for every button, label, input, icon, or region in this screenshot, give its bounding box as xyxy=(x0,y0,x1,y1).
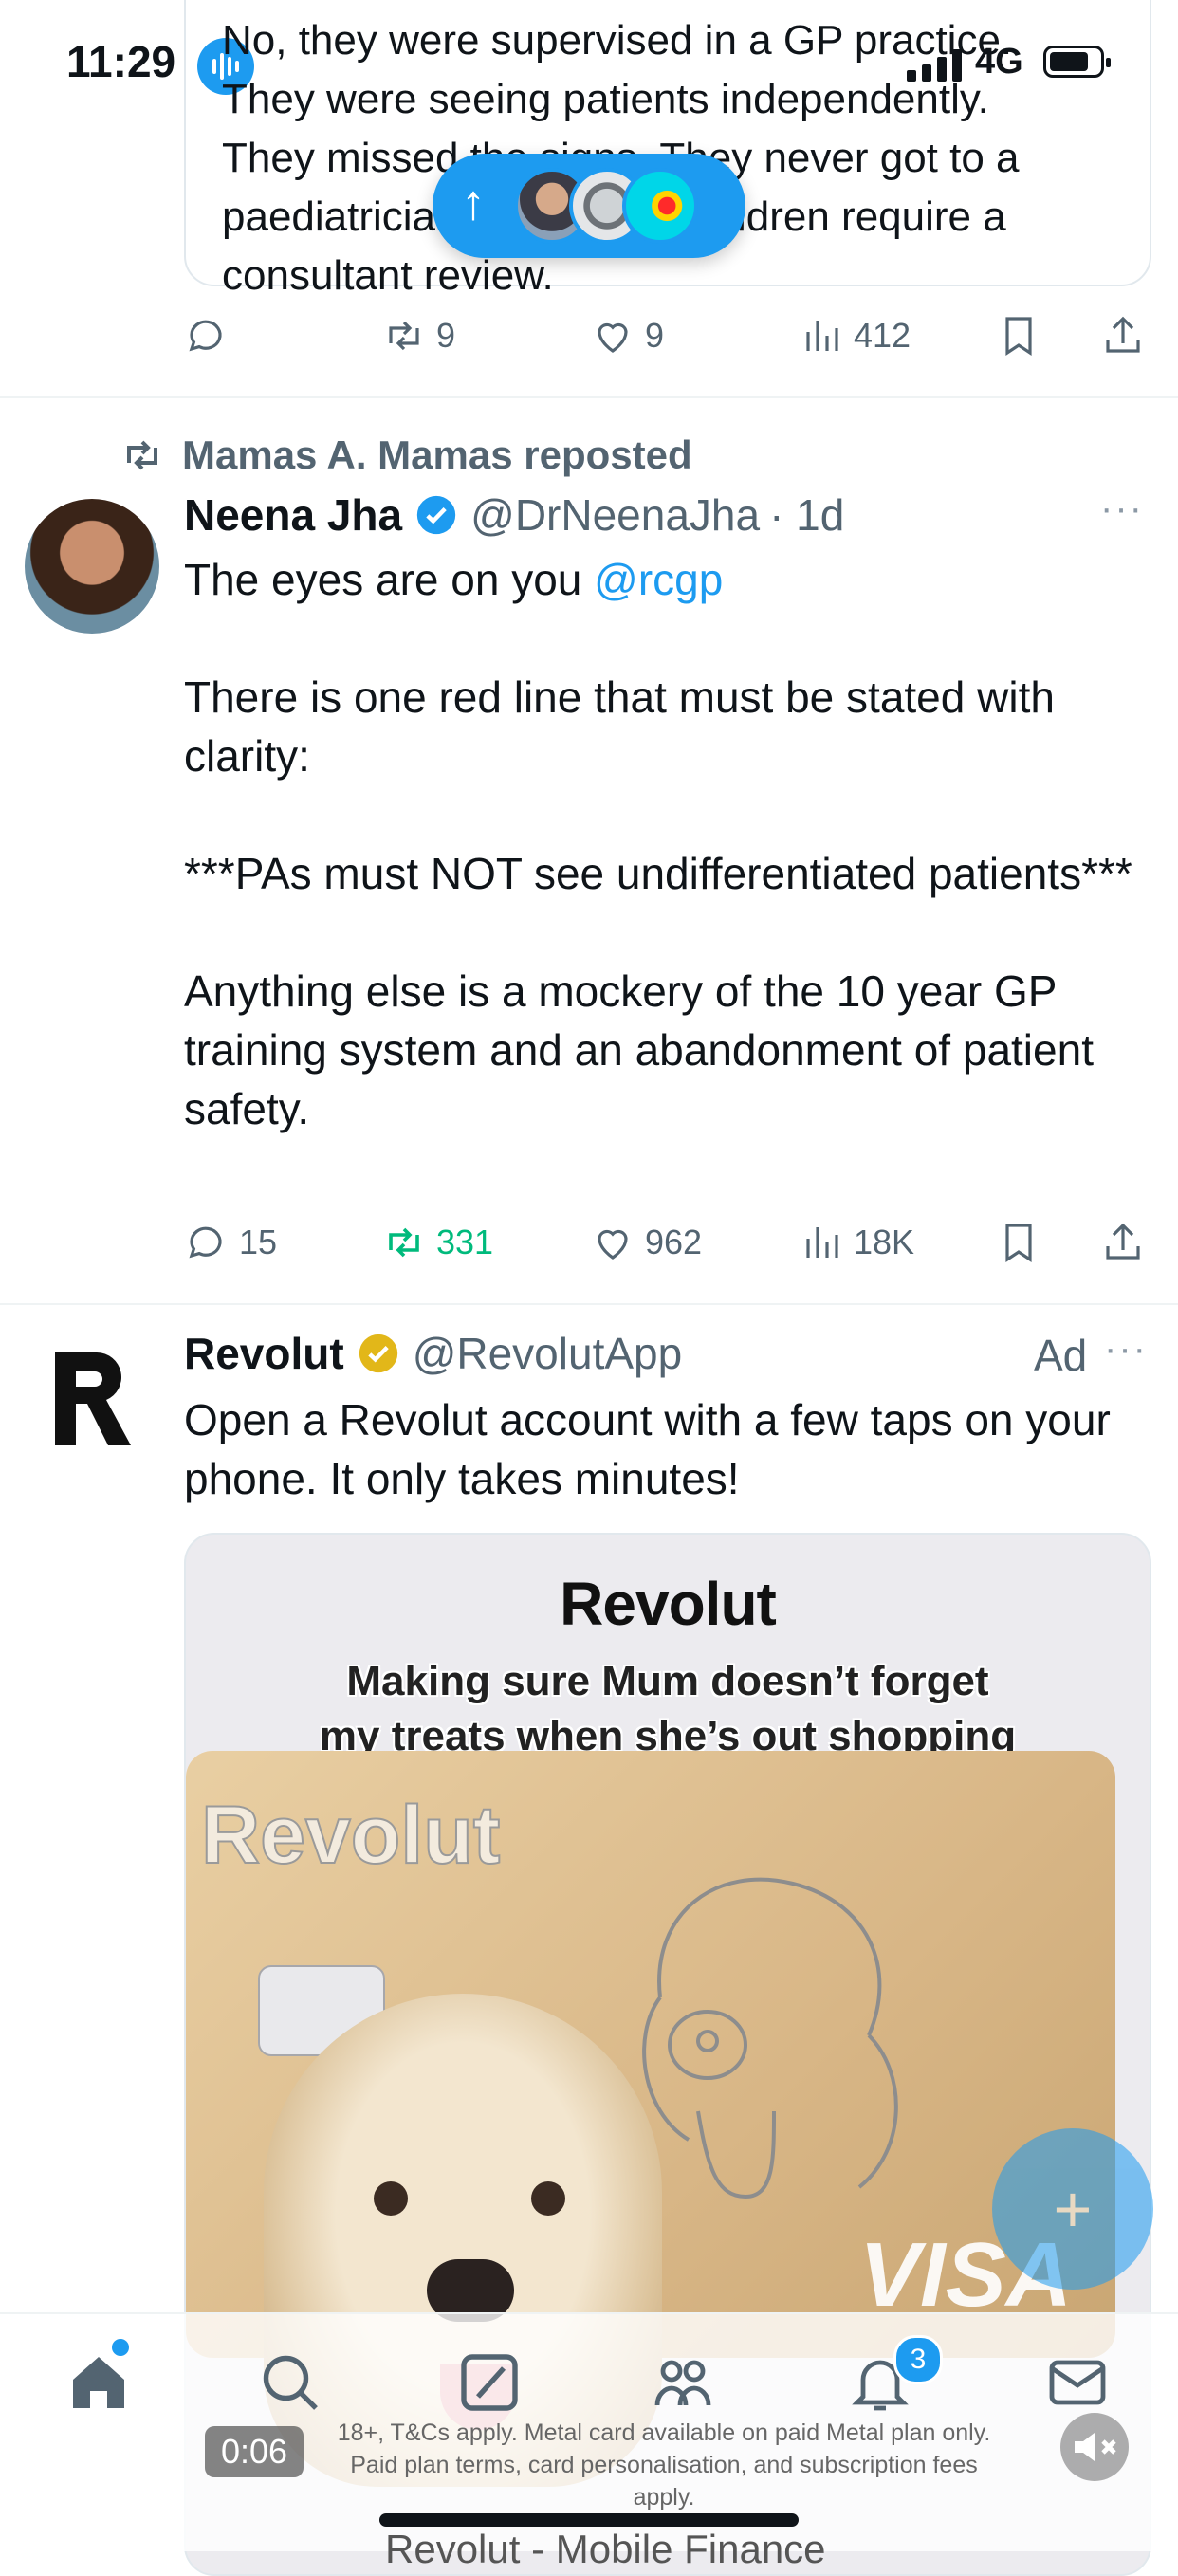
nav-search[interactable] xyxy=(256,2348,332,2424)
repost-icon xyxy=(127,440,157,470)
dog-eye xyxy=(531,2181,565,2216)
ad-label: Ad xyxy=(1034,1331,1088,1380)
repost-context[interactable]: Mamas A. Mamas reposted xyxy=(120,432,692,478)
repost-count: 331 xyxy=(436,1223,494,1261)
author-handle[interactable]: @DrNeenaJha xyxy=(470,489,760,541)
like-button[interactable]: 962 xyxy=(590,1214,702,1271)
reply-button[interactable] xyxy=(184,307,239,364)
repost-button[interactable]: 9 xyxy=(381,307,455,364)
bookmark-icon xyxy=(1005,317,1032,356)
bookmark-button[interactable] xyxy=(996,307,1051,364)
views-button[interactable]: 412 xyxy=(799,307,911,364)
tweet-text-body: There is one red line that must be state… xyxy=(184,672,1132,1133)
share-icon xyxy=(1106,316,1140,353)
author-name[interactable]: Neena Jha xyxy=(184,489,402,541)
video-timer: 0:06 xyxy=(205,2426,304,2477)
tweet-text: The eyes are on you @rcgp There is one r… xyxy=(184,550,1151,1138)
repost-icon xyxy=(389,1227,419,1258)
tweet-header: Neena Jha @DrNeenaJha · 1d xyxy=(184,489,844,541)
gold-verified-badge-icon xyxy=(359,1334,397,1373)
ad-header: Revolut @RevolutApp xyxy=(184,1328,682,1379)
views-count: 412 xyxy=(854,316,911,355)
nav-communities[interactable] xyxy=(649,2348,725,2424)
nav-home[interactable] xyxy=(64,2348,140,2424)
share-icon xyxy=(1106,1223,1140,1260)
like-count: 9 xyxy=(645,316,665,355)
more-options-icon[interactable]: ··· xyxy=(1100,488,1144,530)
dog-eye xyxy=(374,2181,408,2216)
next-ad-title: Revolut - Mobile Finance xyxy=(385,2527,826,2571)
tweet-text-prefix: The eyes are on you xyxy=(184,555,595,604)
avatar xyxy=(622,168,698,244)
tweet-time: · 1d xyxy=(769,490,845,540)
status-time: 11:29 xyxy=(66,37,176,86)
home-unread-dot xyxy=(112,2339,129,2356)
mention-link[interactable]: @rcgp xyxy=(594,555,723,604)
reposted-by-label: Mamas A. Mamas reposted xyxy=(182,432,692,477)
battery-icon xyxy=(1043,46,1111,78)
media-brand: Revolut xyxy=(560,1570,777,1638)
views-icon xyxy=(806,1227,838,1258)
arrow-up-icon: ↑ xyxy=(461,175,486,230)
cellular-signal-icon xyxy=(907,49,967,86)
new-posts-pill[interactable]: ↑ xyxy=(433,154,745,258)
verified-badge-icon xyxy=(416,495,456,535)
revolut-logo-icon[interactable] xyxy=(49,1347,135,1451)
home-icon xyxy=(73,2357,124,2408)
reply-button[interactable]: 15 xyxy=(184,1214,277,1271)
reply-icon xyxy=(189,1226,222,1259)
repost-icon xyxy=(389,321,419,351)
search-icon xyxy=(263,2355,318,2410)
bookmark-icon xyxy=(1005,1224,1032,1262)
home-indicator xyxy=(379,2513,799,2527)
tweet-action-bar: 15 331 962 18K xyxy=(184,1214,1151,1271)
reply-count: 15 xyxy=(239,1223,278,1261)
divider xyxy=(0,396,1178,398)
divider xyxy=(0,1303,1178,1305)
card-brand-text: Revolut xyxy=(200,1789,501,1882)
communities-icon xyxy=(654,2360,711,2406)
views-icon xyxy=(806,321,838,351)
views-count: 18K xyxy=(854,1223,915,1261)
grok-icon xyxy=(461,2354,518,2411)
like-button[interactable]: 9 xyxy=(590,307,664,364)
mail-icon xyxy=(1049,2360,1106,2405)
heart-icon xyxy=(598,1229,628,1260)
mute-icon[interactable] xyxy=(1060,2413,1129,2481)
share-button[interactable] xyxy=(1100,307,1155,364)
reply-icon xyxy=(189,320,222,352)
ad-text: Open a Revolut account with a few taps o… xyxy=(184,1395,1111,1503)
bookmark-button[interactable] xyxy=(996,1214,1051,1271)
more-options-icon[interactable]: ··· xyxy=(1104,1328,1148,1371)
tweet-action-bar: 9 9 412 xyxy=(184,307,1151,364)
heart-icon xyxy=(598,322,628,353)
nav-grok[interactable] xyxy=(455,2348,531,2424)
repost-count: 9 xyxy=(436,316,456,355)
ad-author-handle[interactable]: @RevolutApp xyxy=(413,1328,683,1379)
compose-fab-button[interactable]: + xyxy=(992,2128,1153,2290)
share-button[interactable] xyxy=(1100,1214,1155,1271)
avatar[interactable] xyxy=(25,499,159,634)
ad-author-name[interactable]: Revolut xyxy=(184,1328,344,1379)
notifications-badge: 3 xyxy=(893,2335,943,2384)
repost-button[interactable]: 331 xyxy=(381,1214,493,1271)
views-button[interactable]: 18K xyxy=(799,1214,914,1271)
ad-disclaimer: 18+, T&Cs apply. Metal card available on… xyxy=(337,2420,991,2511)
network-type: 4G xyxy=(975,42,1023,82)
video-caption: Making sure Mum doesn’t forget my treats… xyxy=(319,1658,1017,1759)
like-count: 962 xyxy=(645,1223,703,1261)
